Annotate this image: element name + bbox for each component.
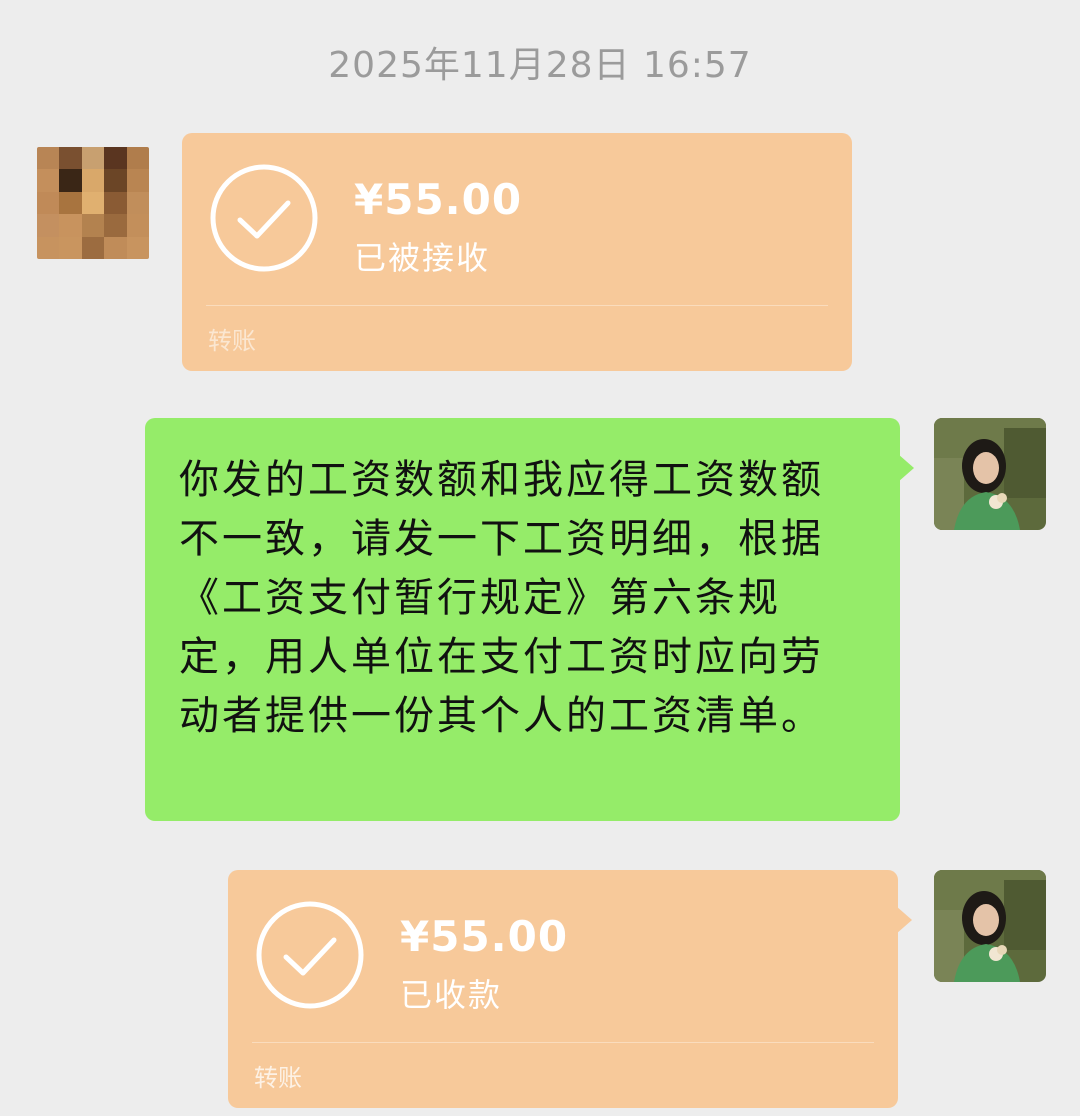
bubble-tail — [896, 906, 912, 934]
photo-avatar-image — [934, 870, 1046, 982]
transfer-amount: ¥55.00 — [400, 912, 569, 961]
text-message-bubble[interactable]: 你发的工资数额和我应得工资数额不一致，请发一下工资明细，根据《工资支付暂行规定》… — [145, 418, 914, 821]
bubble-tail — [898, 454, 914, 482]
sender-avatar[interactable] — [37, 147, 149, 259]
transfer-card-received[interactable]: ¥55.00 已被接收 转账 — [182, 133, 852, 371]
transfer-divider — [252, 1042, 874, 1043]
check-circle-icon — [210, 164, 318, 272]
my-avatar[interactable] — [934, 418, 1046, 530]
photo-avatar-image — [934, 418, 1046, 530]
transfer-status: 已被接收 — [354, 239, 491, 277]
transfer-status: 已收款 — [400, 976, 503, 1014]
chat-timestamp: 2025年11月28日 16:57 — [328, 45, 752, 86]
transfer-amount: ¥55.00 — [354, 175, 523, 224]
my-avatar[interactable] — [934, 870, 1046, 982]
check-circle-icon — [256, 901, 364, 1009]
transfer-footer-label: 转账 — [254, 1064, 302, 1092]
message-text: 你发的工资数额和我应得工资数额不一致，请发一下工资明细，根据《工资支付暂行规定》… — [179, 457, 824, 739]
transfer-divider — [206, 305, 828, 306]
transfer-footer-label: 转账 — [208, 327, 256, 355]
pixelated-avatar-image — [37, 147, 149, 259]
transfer-card-collected[interactable]: ¥55.00 已收款 转账 — [228, 870, 912, 1108]
